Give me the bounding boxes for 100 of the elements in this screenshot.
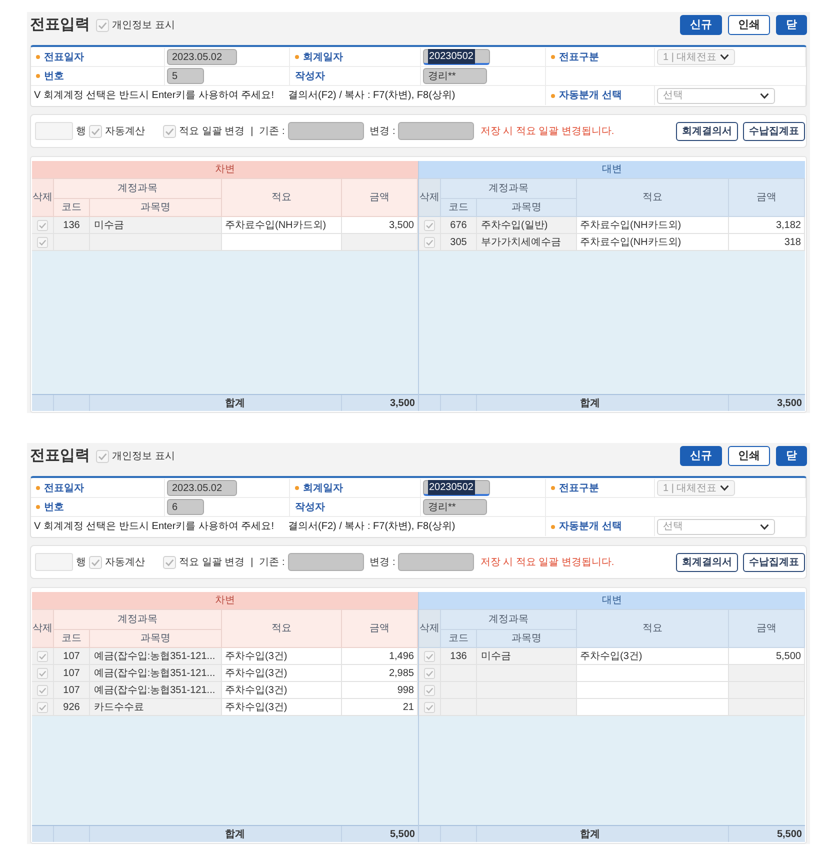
toolbar-button[interactable]: 인쇄: [728, 15, 770, 35]
report-button[interactable]: 회계결의서: [676, 552, 738, 572]
table-cell: 305: [441, 234, 477, 250]
row-count-field[interactable]: [35, 553, 73, 571]
total-amount: 3,500: [388, 396, 416, 410]
hint-text: V 회계계정 선택은 반드시 Enter키를 사용하여 주세요!: [34, 89, 274, 103]
chevron-down-icon: [720, 485, 729, 491]
text-field[interactable]: [398, 122, 474, 140]
field-label: 자동분개 선택: [559, 89, 622, 103]
report-button[interactable]: 회계결의서: [676, 122, 738, 140]
field-label: 자동분개 선택: [559, 520, 622, 534]
separator-text: |: [250, 124, 254, 138]
field-label: 기존 :: [259, 124, 285, 138]
field-label: 회계일자: [303, 482, 343, 496]
checkbox[interactable]: [424, 684, 435, 696]
toolbar-button[interactable]: 신규: [680, 446, 722, 466]
text-field[interactable]: 20230502: [423, 480, 490, 496]
column-header: 적요: [577, 179, 729, 217]
checkbox[interactable]: [37, 650, 48, 662]
table-cell: 136: [54, 217, 90, 233]
checkbox[interactable]: [37, 236, 48, 248]
section-header: 차변: [32, 592, 418, 610]
table-cell: 136: [441, 648, 477, 664]
checkbox[interactable]: [424, 668, 435, 678]
column-header: 삭제: [32, 179, 54, 217]
column-header: 과목명: [477, 630, 577, 648]
page-title: 전표입력: [30, 446, 90, 466]
table-cell: 107: [54, 665, 90, 681]
checkbox[interactable]: [37, 220, 48, 230]
table-cell: 부가가치세예수금: [477, 234, 577, 250]
checkbox-label: 적요 일괄 변경: [179, 556, 245, 570]
toolbar-button[interactable]: 닫: [776, 446, 807, 466]
unit-label: 행: [76, 556, 86, 570]
table-cell: 카드수수료: [90, 699, 222, 715]
checkbox-label: 개인정보 표시: [112, 450, 175, 464]
section-header: 대변: [419, 592, 805, 610]
field-label: 작성자: [295, 500, 325, 514]
checkbox[interactable]: [37, 668, 48, 678]
checkbox[interactable]: [89, 124, 102, 138]
field-label: 전표일자: [44, 50, 84, 64]
shortcut-text: 결의서(F2) / 복사 : F7(차변), F8(상위): [288, 89, 456, 103]
text-field[interactable]: 20230502: [423, 49, 490, 65]
checkbox[interactable]: [96, 18, 109, 32]
checkbox[interactable]: [163, 124, 176, 138]
checkbox[interactable]: [424, 650, 435, 662]
report-button[interactable]: 수납집계표: [743, 552, 805, 572]
table-cell: 676: [441, 217, 477, 233]
text-field[interactable]: 2023.05.02: [167, 49, 237, 65]
checkbox[interactable]: [37, 702, 48, 712]
text-field[interactable]: [288, 553, 364, 571]
checkbox[interactable]: [424, 236, 435, 248]
column-header: 계정과목: [54, 179, 222, 199]
table-cell: 예금(잡수입:농협351-121...: [90, 665, 222, 681]
checkbox[interactable]: [96, 450, 109, 462]
table-cell: 예금(잡수입:농협351-121...: [90, 648, 222, 664]
text-field[interactable]: 2023.05.02: [167, 480, 237, 496]
field-label: 기존 :: [259, 556, 285, 570]
checkbox[interactable]: [424, 220, 435, 230]
section-header: 차변: [32, 161, 418, 179]
column-header: 금액: [729, 179, 805, 217]
checkbox[interactable]: [89, 556, 102, 568]
warning-text: 저장 시 적요 일괄 변경됩니다.: [480, 124, 614, 138]
column-header: 적요: [222, 610, 342, 648]
checkbox[interactable]: [37, 684, 48, 696]
section-header: 대변: [419, 161, 805, 179]
total-label: 합계: [222, 826, 342, 842]
field-label: 변경 :: [370, 124, 396, 138]
column-header: 삭제: [419, 610, 441, 648]
column-header: 코드: [54, 199, 90, 217]
field-label: 번호: [44, 500, 64, 514]
checkbox[interactable]: [163, 556, 176, 568]
table-cell: 미수금: [90, 217, 222, 233]
column-header: 적요: [577, 610, 729, 648]
text-field[interactable]: 경리**: [423, 499, 487, 515]
column-header: 계정과목: [441, 179, 577, 199]
text-field[interactable]: [288, 122, 364, 140]
field-label: 회계일자: [303, 50, 343, 64]
column-header: 금액: [342, 610, 418, 648]
checkbox[interactable]: [424, 702, 435, 712]
text-field[interactable]: 경리**: [423, 68, 487, 84]
text-field[interactable]: 5: [167, 68, 204, 84]
report-button[interactable]: 수납집계표: [743, 122, 805, 140]
warning-text: 저장 시 적요 일괄 변경됩니다.: [480, 556, 614, 570]
toolbar-button[interactable]: 인쇄: [728, 446, 770, 466]
text-field[interactable]: [398, 553, 474, 571]
field-label: 전표구분: [559, 482, 599, 496]
column-header: 금액: [342, 179, 418, 217]
table-cell: 926: [54, 699, 90, 715]
shortcut-text: 결의서(F2) / 복사 : F7(차변), F8(상위): [288, 520, 456, 534]
total-label: 합계: [577, 395, 729, 411]
table-cell: 주차수입(일반): [477, 217, 577, 233]
toolbar-button[interactable]: 닫: [776, 15, 807, 35]
toolbar-button[interactable]: 신규: [680, 15, 722, 35]
row-count-field[interactable]: [35, 122, 73, 140]
text-field[interactable]: 6: [167, 499, 204, 515]
field-label: 변경 :: [370, 556, 396, 570]
column-header: 삭제: [419, 179, 441, 217]
checkbox-label: 개인정보 표시: [112, 18, 175, 32]
column-header: 과목명: [90, 630, 222, 648]
column-header: 코드: [441, 630, 477, 648]
